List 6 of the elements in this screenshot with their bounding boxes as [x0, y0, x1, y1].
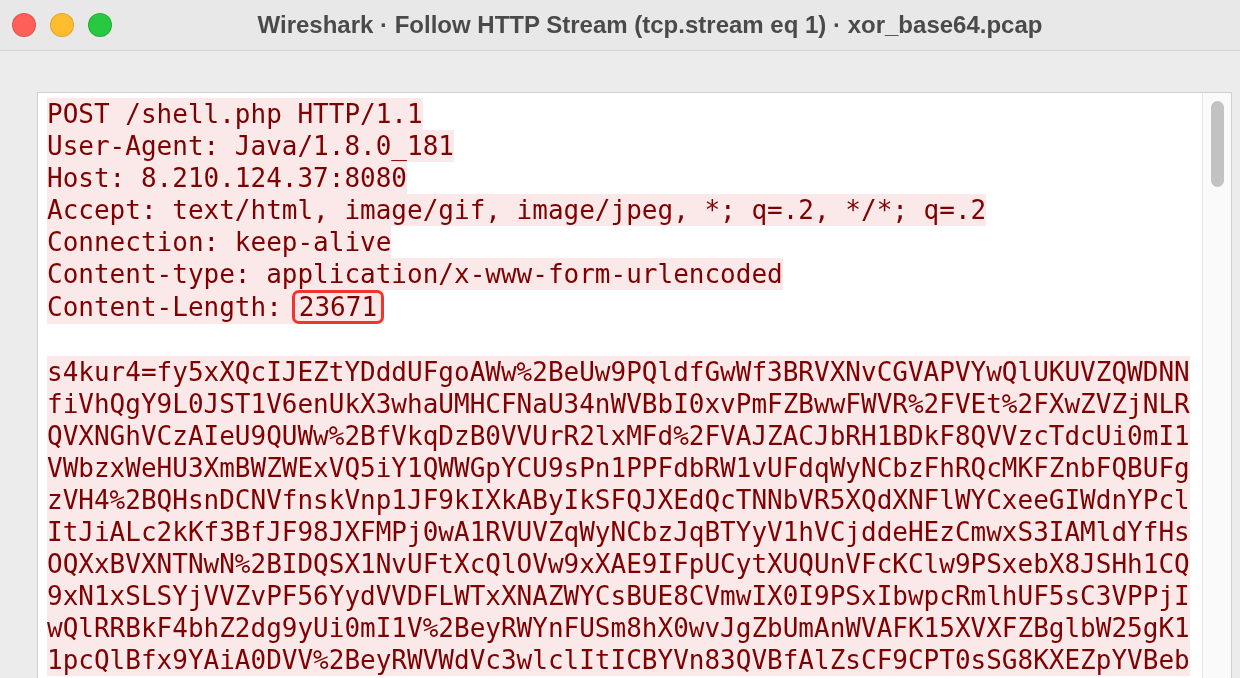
zoom-button[interactable] — [88, 13, 112, 37]
minimize-button[interactable] — [50, 13, 74, 37]
scrollbar-thumb[interactable] — [1210, 101, 1224, 187]
header-value: 23671 — [291, 290, 385, 324]
window-title: Wireshark · Follow HTTP Stream (tcp.stream eq 1) · xor_base64.pcap — [257, 11, 1043, 39]
close-button[interactable] — [12, 13, 36, 37]
